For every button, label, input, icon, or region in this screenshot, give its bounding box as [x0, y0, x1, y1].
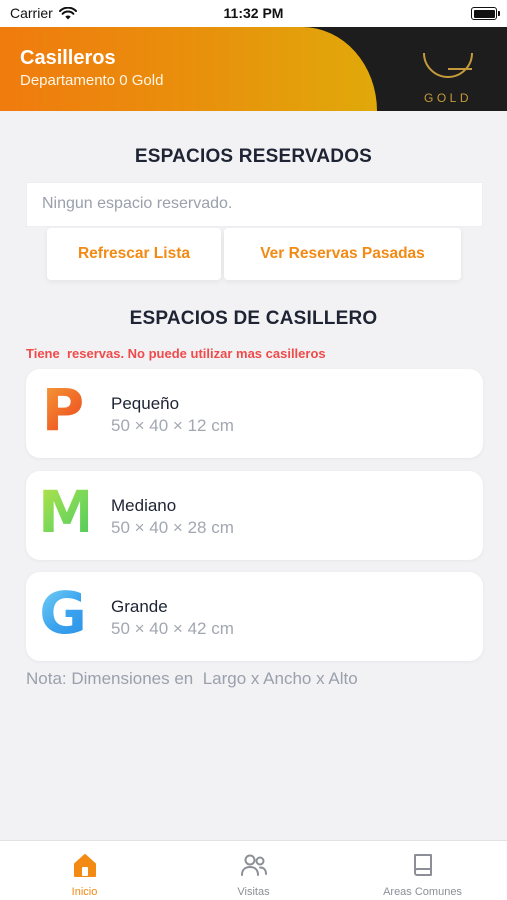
gold-logo: GOLD [414, 41, 482, 105]
locker-dimensions: 50 × 40 × 28 cm [111, 518, 234, 537]
past-reservations-button[interactable]: Ver Reservas Pasadas [224, 228, 461, 280]
reserved-empty-message: Ningun espacio reservado. [26, 182, 483, 227]
app-header: Casilleros Departamento 0 Gold GOLD [0, 27, 507, 111]
locker-card-small[interactable]: P Pequeño 50 × 40 × 12 cm [26, 369, 483, 458]
home-icon [73, 854, 96, 877]
gold-logo-mark-icon [423, 52, 473, 78]
size-p-icon: P [38, 381, 88, 439]
tab-label: Areas Comunes [383, 886, 462, 898]
tab-bar: Inicio Visitas Areas Comunes [0, 840, 507, 900]
locker-dimensions: 50 × 40 × 12 cm [111, 416, 234, 435]
locker-card-medium[interactable]: M Mediano 50 × 40 × 28 cm [26, 471, 483, 560]
status-bar: Carrier 11:32 PM [0, 0, 507, 27]
tab-inicio[interactable]: Inicio [0, 841, 169, 900]
locker-name: Pequeño [111, 394, 180, 413]
users-icon [240, 854, 267, 876]
locker-name: Mediano [111, 496, 177, 515]
page-subtitle: Departamento 0 Gold [20, 72, 164, 89]
page-title: Casilleros [20, 47, 116, 69]
dimensions-note: Nota: Dimensiones en Largo x Ancho x Alt… [26, 669, 358, 688]
battery-icon [471, 7, 500, 20]
refresh-list-button[interactable]: Refrescar Lista [47, 228, 221, 280]
gold-logo-text: GOLD [423, 91, 472, 105]
size-g-icon: G [39, 579, 87, 647]
locker-card-large[interactable]: G Grande 50 × 40 × 42 cm [26, 572, 483, 661]
tab-label: Visitas [237, 886, 270, 898]
reservation-warning: Tiene reservas. No puede utilizar mas ca… [26, 346, 326, 361]
status-time: 11:32 PM [223, 5, 284, 21]
locker-dimensions: 50 × 40 × 42 cm [111, 619, 234, 638]
lockers-section-title: ESPACIOS DE CASILLERO [129, 308, 378, 329]
size-m-icon: M [38, 478, 96, 546]
tab-areas-comunes[interactable]: Areas Comunes [338, 841, 507, 900]
book-icon [413, 854, 432, 876]
tab-label: Inicio [71, 886, 98, 898]
tab-visitas[interactable]: Visitas [169, 841, 338, 900]
reserved-section-title: ESPACIOS RESERVADOS [134, 146, 373, 167]
locker-name: Grande [111, 597, 168, 616]
